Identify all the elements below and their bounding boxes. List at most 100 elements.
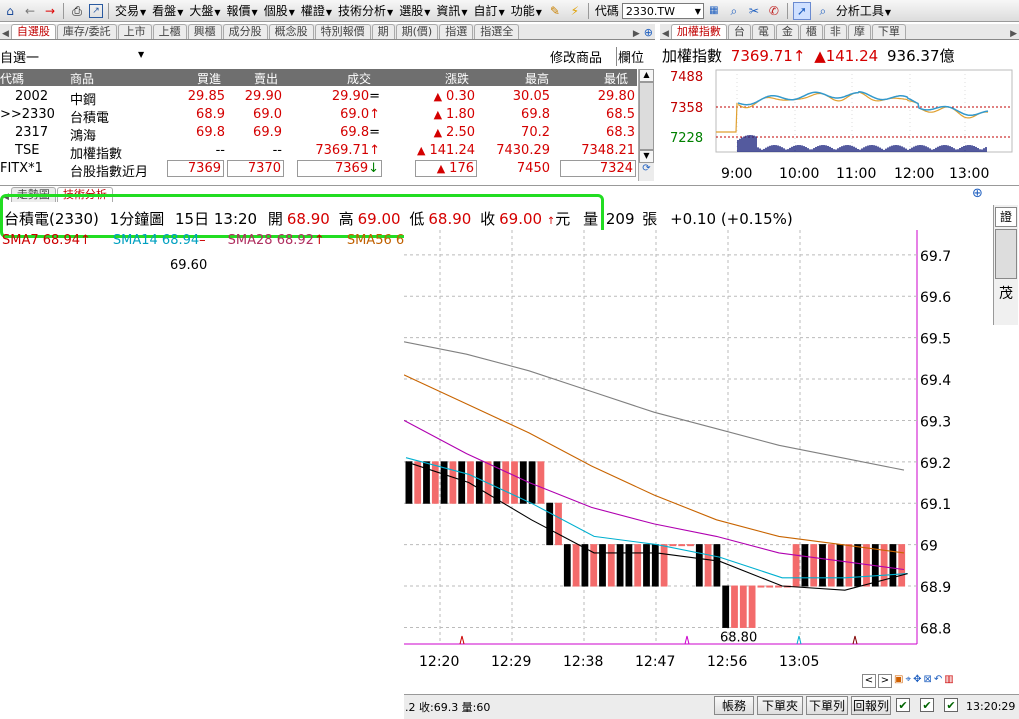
accounts-button[interactable]: 帳務: [714, 696, 754, 715]
quote-tab-4[interactable]: 興櫃: [187, 24, 222, 39]
quote-tab-0[interactable]: 自選股: [10, 24, 56, 39]
fit-icon[interactable]: ⊠: [923, 674, 931, 688]
quote-tab-10[interactable]: 指選: [439, 24, 474, 39]
row-ask[interactable]: --: [273, 143, 282, 158]
crosshair-icon[interactable]: ⌖: [905, 674, 911, 688]
home-icon[interactable]: ⌂: [2, 3, 18, 19]
quote-tab-7[interactable]: 特別報價: [314, 24, 371, 39]
header-high[interactable]: 最高: [525, 70, 549, 87]
side-tab-1[interactable]: 證: [995, 207, 1017, 227]
quote-tab-11[interactable]: 指選全: [474, 24, 520, 39]
menu-item-7[interactable]: 選股▼: [396, 2, 433, 19]
header-low[interactable]: 最低: [604, 70, 628, 87]
row-ask[interactable]: 69.0: [253, 107, 282, 122]
quote-tab-5[interactable]: 成分股: [222, 24, 268, 39]
refresh-icon[interactable]: ⟳: [639, 163, 654, 177]
header-code[interactable]: 代碼: [0, 70, 24, 87]
quote-tab-8[interactable]: 期: [371, 24, 395, 39]
edit-products-button[interactable]: 修改商品: [550, 47, 602, 66]
quote-tab-6[interactable]: 概念股: [268, 24, 314, 39]
alert-icon[interactable]: ✆: [766, 3, 782, 19]
menu-item-0[interactable]: 交易▼: [112, 2, 149, 19]
scroll-thumb[interactable]: [639, 82, 654, 150]
menu-item-1[interactable]: 看盤▼: [149, 2, 186, 19]
quote-scrollbar[interactable]: ▲ ▼ ⟳: [638, 69, 654, 181]
tab-scroll-right-icon[interactable]: ▶: [631, 29, 642, 39]
candlestick-chart[interactable]: 69.7 69.6 69.5 69.4 69.3 69.2 69.1 69 68.9 68.8 12…: [404, 226, 992, 696]
row-bid[interactable]: 68.9: [196, 107, 225, 122]
menu-item-4[interactable]: 個股▼: [261, 2, 298, 19]
chevron-down-icon[interactable]: ▼: [695, 4, 701, 20]
analysis-tools-menu[interactable]: 分析工具▼: [833, 2, 894, 19]
menu-item-9[interactable]: 自訂▼: [471, 2, 508, 19]
checkbox-2[interactable]: ✔: [920, 698, 934, 712]
scroll-down-icon[interactable]: ▼: [639, 150, 654, 163]
table-row[interactable]: 2317 鴻海 69.8 69.9 69.8= ▲ 2.50 70.2 68.3: [0, 124, 637, 144]
stock-lookup-icon[interactable]: ▦: [706, 3, 722, 19]
pencil-icon[interactable]: ✎: [547, 3, 563, 19]
analysis-tools-icon[interactable]: ⌕: [815, 3, 831, 19]
menu-item-6[interactable]: 技術分析▼: [335, 2, 396, 19]
row-ask[interactable]: 7370: [227, 160, 284, 177]
row-bid[interactable]: --: [216, 143, 225, 158]
undo-icon[interactable]: ↶: [934, 674, 942, 688]
header-ask[interactable]: 賣出: [254, 70, 278, 87]
checkbox-1[interactable]: ✔: [896, 698, 910, 712]
menu-item-5[interactable]: 權證▼: [298, 2, 335, 19]
tab-scroll-left-icon[interactable]: ◀: [660, 29, 671, 39]
table-row[interactable]: >>2330 台積電 68.9 69.0 69.0↑ ▲ 1.80 69.8 68.5: [0, 106, 637, 126]
header-bid[interactable]: 買進: [197, 70, 221, 87]
quote-tab-2[interactable]: 上市: [117, 24, 152, 39]
scroll-right-icon[interactable]: >: [878, 674, 892, 688]
checkbox-3[interactable]: ✔: [944, 698, 958, 712]
index-tab-5[interactable]: 非: [823, 24, 847, 39]
column-settings-button[interactable]: 欄位: [616, 47, 644, 66]
header-last[interactable]: 成交: [347, 70, 371, 87]
index-tab-1[interactable]: 台: [727, 24, 751, 39]
report-bar-button[interactable]: 回報列: [851, 696, 891, 715]
pointer-icon[interactable]: ➚: [792, 1, 811, 20]
row-bid[interactable]: 29.85: [188, 89, 225, 104]
tab-scroll-left-icon[interactable]: ◀: [0, 29, 11, 39]
menu-item-8[interactable]: 資訊▼: [433, 2, 470, 19]
row-bid[interactable]: 7369: [167, 160, 224, 177]
side-tab-2[interactable]: 茂: [994, 283, 1018, 303]
index-tab-3[interactable]: 金: [775, 24, 799, 39]
index-tab-6[interactable]: 摩: [847, 24, 871, 39]
row-bid[interactable]: 69.8: [196, 125, 225, 140]
index-tab-4[interactable]: 櫃: [799, 24, 823, 39]
row-ask[interactable]: 29.90: [245, 89, 282, 104]
zoom-out-icon[interactable]: ✥: [913, 674, 921, 688]
open-window-icon[interactable]: ↗: [89, 3, 103, 18]
bar-chart-icon[interactable]: ▥: [944, 674, 953, 688]
back-arrow-icon[interactable]: ←: [22, 3, 38, 19]
menu-item-2[interactable]: 大盤▼: [186, 2, 223, 19]
search-icon[interactable]: ⌕: [726, 3, 742, 19]
order-bar-button[interactable]: 下單列: [806, 696, 848, 715]
menu-item-3[interactable]: 報價▼: [224, 2, 261, 19]
quote-tab-1[interactable]: 庫存/委託: [56, 24, 117, 39]
tab-scroll-right-icon[interactable]: ▶: [1008, 29, 1019, 39]
table-row[interactable]: TSE 加權指數 -- -- 7369.71↑ ▲ 141.24 7430.29 7348.21: [0, 142, 637, 162]
lightning-icon[interactable]: ⚡: [567, 3, 583, 19]
code-input[interactable]: 2330.TW ▼: [621, 2, 704, 20]
tools-icon[interactable]: ✂: [746, 3, 762, 19]
quote-tab-9[interactable]: 期(價): [395, 24, 439, 39]
order-folder-button[interactable]: 下單夾: [757, 696, 803, 715]
header-name[interactable]: 商品: [70, 70, 94, 87]
scroll-left-icon[interactable]: <: [862, 674, 876, 688]
index-tab-0[interactable]: 加權指數: [670, 24, 727, 39]
calendar-icon[interactable]: ▣: [894, 674, 903, 688]
chevron-down-icon[interactable]: ▼: [138, 50, 144, 59]
printer-icon[interactable]: ⎙: [69, 3, 85, 19]
index-tab-2[interactable]: 電: [751, 24, 775, 39]
scroll-up-icon[interactable]: ▲: [639, 69, 654, 82]
row-ask[interactable]: 69.9: [253, 125, 282, 140]
forward-arrow-icon[interactable]: →: [42, 3, 58, 19]
zoom-icon[interactable]: ⊕: [642, 26, 655, 39]
table-row[interactable]: 2002 中鋼 29.85 29.90 29.90= ▲ 0.30 30.05 29.80: [0, 88, 637, 108]
zoom-icon[interactable]: ⊕: [972, 186, 983, 201]
header-change[interactable]: 漲跌: [445, 70, 469, 87]
quote-tab-3[interactable]: 上櫃: [152, 24, 187, 39]
side-scroll-thumb[interactable]: [995, 229, 1017, 279]
